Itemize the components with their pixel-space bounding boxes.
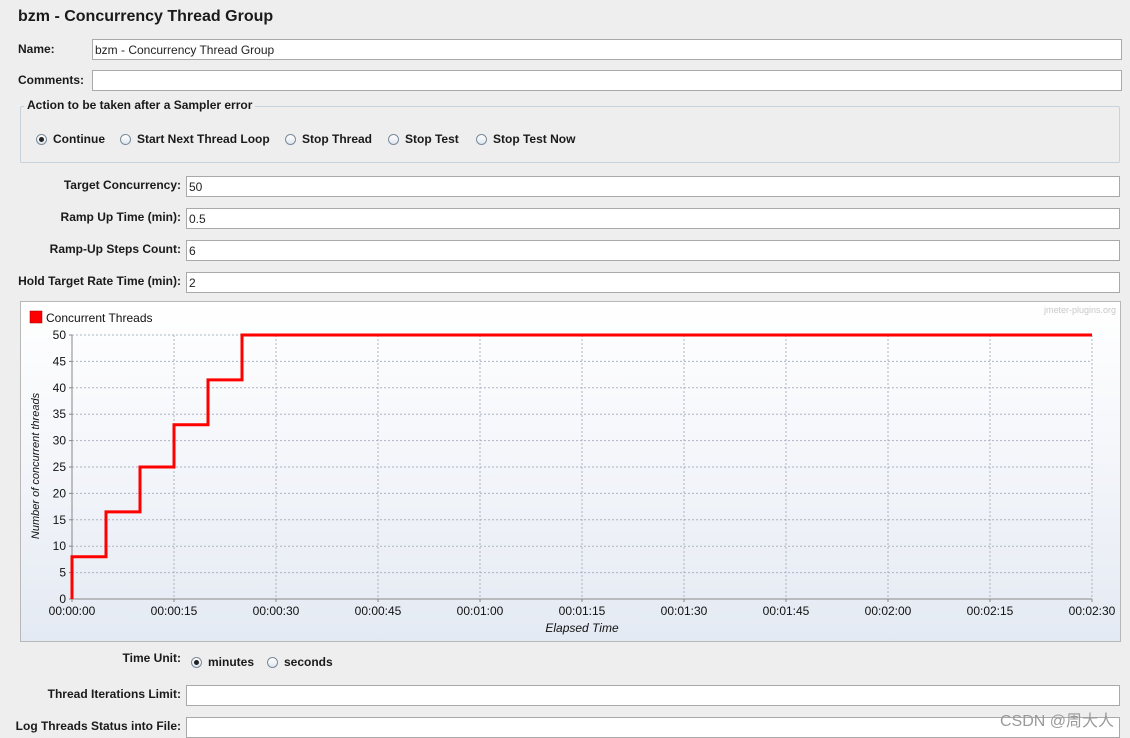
hold-time-label: Hold Target Rate Time (min): bbox=[18, 274, 181, 288]
radio-stop-test-now-label: Stop Test Now bbox=[493, 132, 576, 146]
comments-field[interactable] bbox=[92, 70, 1122, 91]
y-axis-label: Number of concurrent threads bbox=[30, 392, 42, 539]
radio-selected-icon bbox=[36, 133, 47, 145]
radio-start-next-thread-loop[interactable]: Start Next Thread Loop bbox=[120, 132, 270, 146]
radio-stop-test-label: Stop Test bbox=[405, 132, 459, 146]
y-tick-label: 0 bbox=[59, 592, 66, 606]
radio-stop-test[interactable]: Stop Test bbox=[388, 132, 459, 146]
log-threads-field[interactable] bbox=[186, 717, 1120, 738]
x-tick-label: 00:01:15 bbox=[559, 604, 606, 618]
y-tick-label: 25 bbox=[53, 460, 67, 474]
name-field[interactable] bbox=[92, 39, 1122, 60]
name-label: Name: bbox=[18, 42, 55, 56]
ramp-up-time-field[interactable] bbox=[186, 208, 1120, 229]
iterations-limit-field[interactable] bbox=[186, 685, 1120, 706]
radio-continue[interactable]: Continue bbox=[36, 132, 105, 146]
concurrency-chart: 00:00:00 00:00:15 00:00:30 00:00:45 00:01:00… bbox=[29, 305, 1116, 635]
radio-seconds-label: seconds bbox=[284, 655, 333, 669]
legend-swatch bbox=[29, 310, 43, 324]
radio-stop-thread[interactable]: Stop Thread bbox=[285, 132, 372, 146]
x-tick-label: 00:02:15 bbox=[967, 604, 1014, 618]
ramp-up-steps-field[interactable] bbox=[186, 240, 1120, 261]
x-tick-label: 00:00:00 bbox=[49, 604, 96, 618]
iterations-limit-label: Thread Iterations Limit: bbox=[47, 687, 181, 701]
chart-panel: 00:00:00 00:00:15 00:00:30 00:00:45 00:01:00… bbox=[20, 301, 1121, 642]
x-tick-label: 00:01:30 bbox=[661, 604, 708, 618]
y-tick-label: 30 bbox=[53, 434, 67, 448]
y-tick-label: 50 bbox=[53, 328, 67, 342]
y-tick-label: 20 bbox=[53, 486, 67, 500]
radio-minutes-label: minutes bbox=[208, 655, 255, 669]
x-tick-label: 00:02:30 bbox=[1069, 604, 1116, 618]
ramp-up-steps-label: Ramp-Up Steps Count: bbox=[49, 242, 181, 256]
radio-unselected-icon bbox=[388, 133, 399, 145]
y-tick-label: 5 bbox=[59, 566, 66, 580]
radio-seconds[interactable]: seconds bbox=[267, 655, 333, 669]
comments-label: Comments: bbox=[18, 73, 85, 87]
x-tick-label: 00:01:00 bbox=[457, 604, 504, 618]
target-concurrency-field[interactable] bbox=[186, 176, 1120, 197]
radio-unselected-icon bbox=[120, 133, 131, 145]
radio-unselected-icon bbox=[476, 133, 487, 145]
y-tick-label: 15 bbox=[53, 513, 67, 527]
page-title: bzm - Concurrency Thread Group bbox=[18, 8, 274, 25]
x-tick-label: 00:00:15 bbox=[151, 604, 198, 618]
radio-unselected-icon bbox=[285, 133, 296, 145]
watermark: CSDN @周大人 bbox=[999, 713, 1114, 730]
x-tick-label: 00:00:45 bbox=[355, 604, 402, 618]
y-tick-label: 40 bbox=[53, 381, 67, 395]
log-threads-label: Log Threads Status into File: bbox=[15, 719, 181, 733]
ramp-up-time-label: Ramp Up Time (min): bbox=[60, 210, 181, 224]
x-tick-label: 00:00:30 bbox=[253, 604, 300, 618]
radio-continue-label: Continue bbox=[53, 132, 105, 146]
chart-credit: jmeter-plugins.org bbox=[1043, 305, 1116, 315]
radio-unselected-icon bbox=[267, 656, 278, 668]
radio-selected-icon bbox=[191, 656, 202, 668]
y-tick-label: 45 bbox=[53, 354, 67, 368]
y-tick-label: 10 bbox=[53, 539, 67, 553]
chart-grid bbox=[71, 334, 1093, 600]
legend-label: Concurrent Threads bbox=[46, 311, 153, 325]
sampler-error-title: Action to be taken after a Sampler error bbox=[24, 98, 256, 112]
time-unit-label: Time Unit: bbox=[122, 651, 181, 665]
chart-axes bbox=[69, 334, 1093, 602]
radio-minutes[interactable]: minutes bbox=[191, 655, 254, 669]
target-concurrency-label: Target Concurrency: bbox=[63, 178, 181, 192]
radio-stop-test-now[interactable]: Stop Test Now bbox=[476, 132, 575, 146]
radio-stop-thread-label: Stop Thread bbox=[302, 132, 373, 146]
y-tick-label: 35 bbox=[53, 407, 67, 421]
x-tick-label: 00:01:45 bbox=[763, 604, 810, 618]
x-tick-label: 00:02:00 bbox=[865, 604, 912, 618]
hold-time-field[interactable] bbox=[186, 272, 1120, 293]
x-axis-label: Elapsed Time bbox=[545, 621, 619, 635]
radio-start-next-thread-loop-label: Start Next Thread Loop bbox=[137, 132, 270, 146]
